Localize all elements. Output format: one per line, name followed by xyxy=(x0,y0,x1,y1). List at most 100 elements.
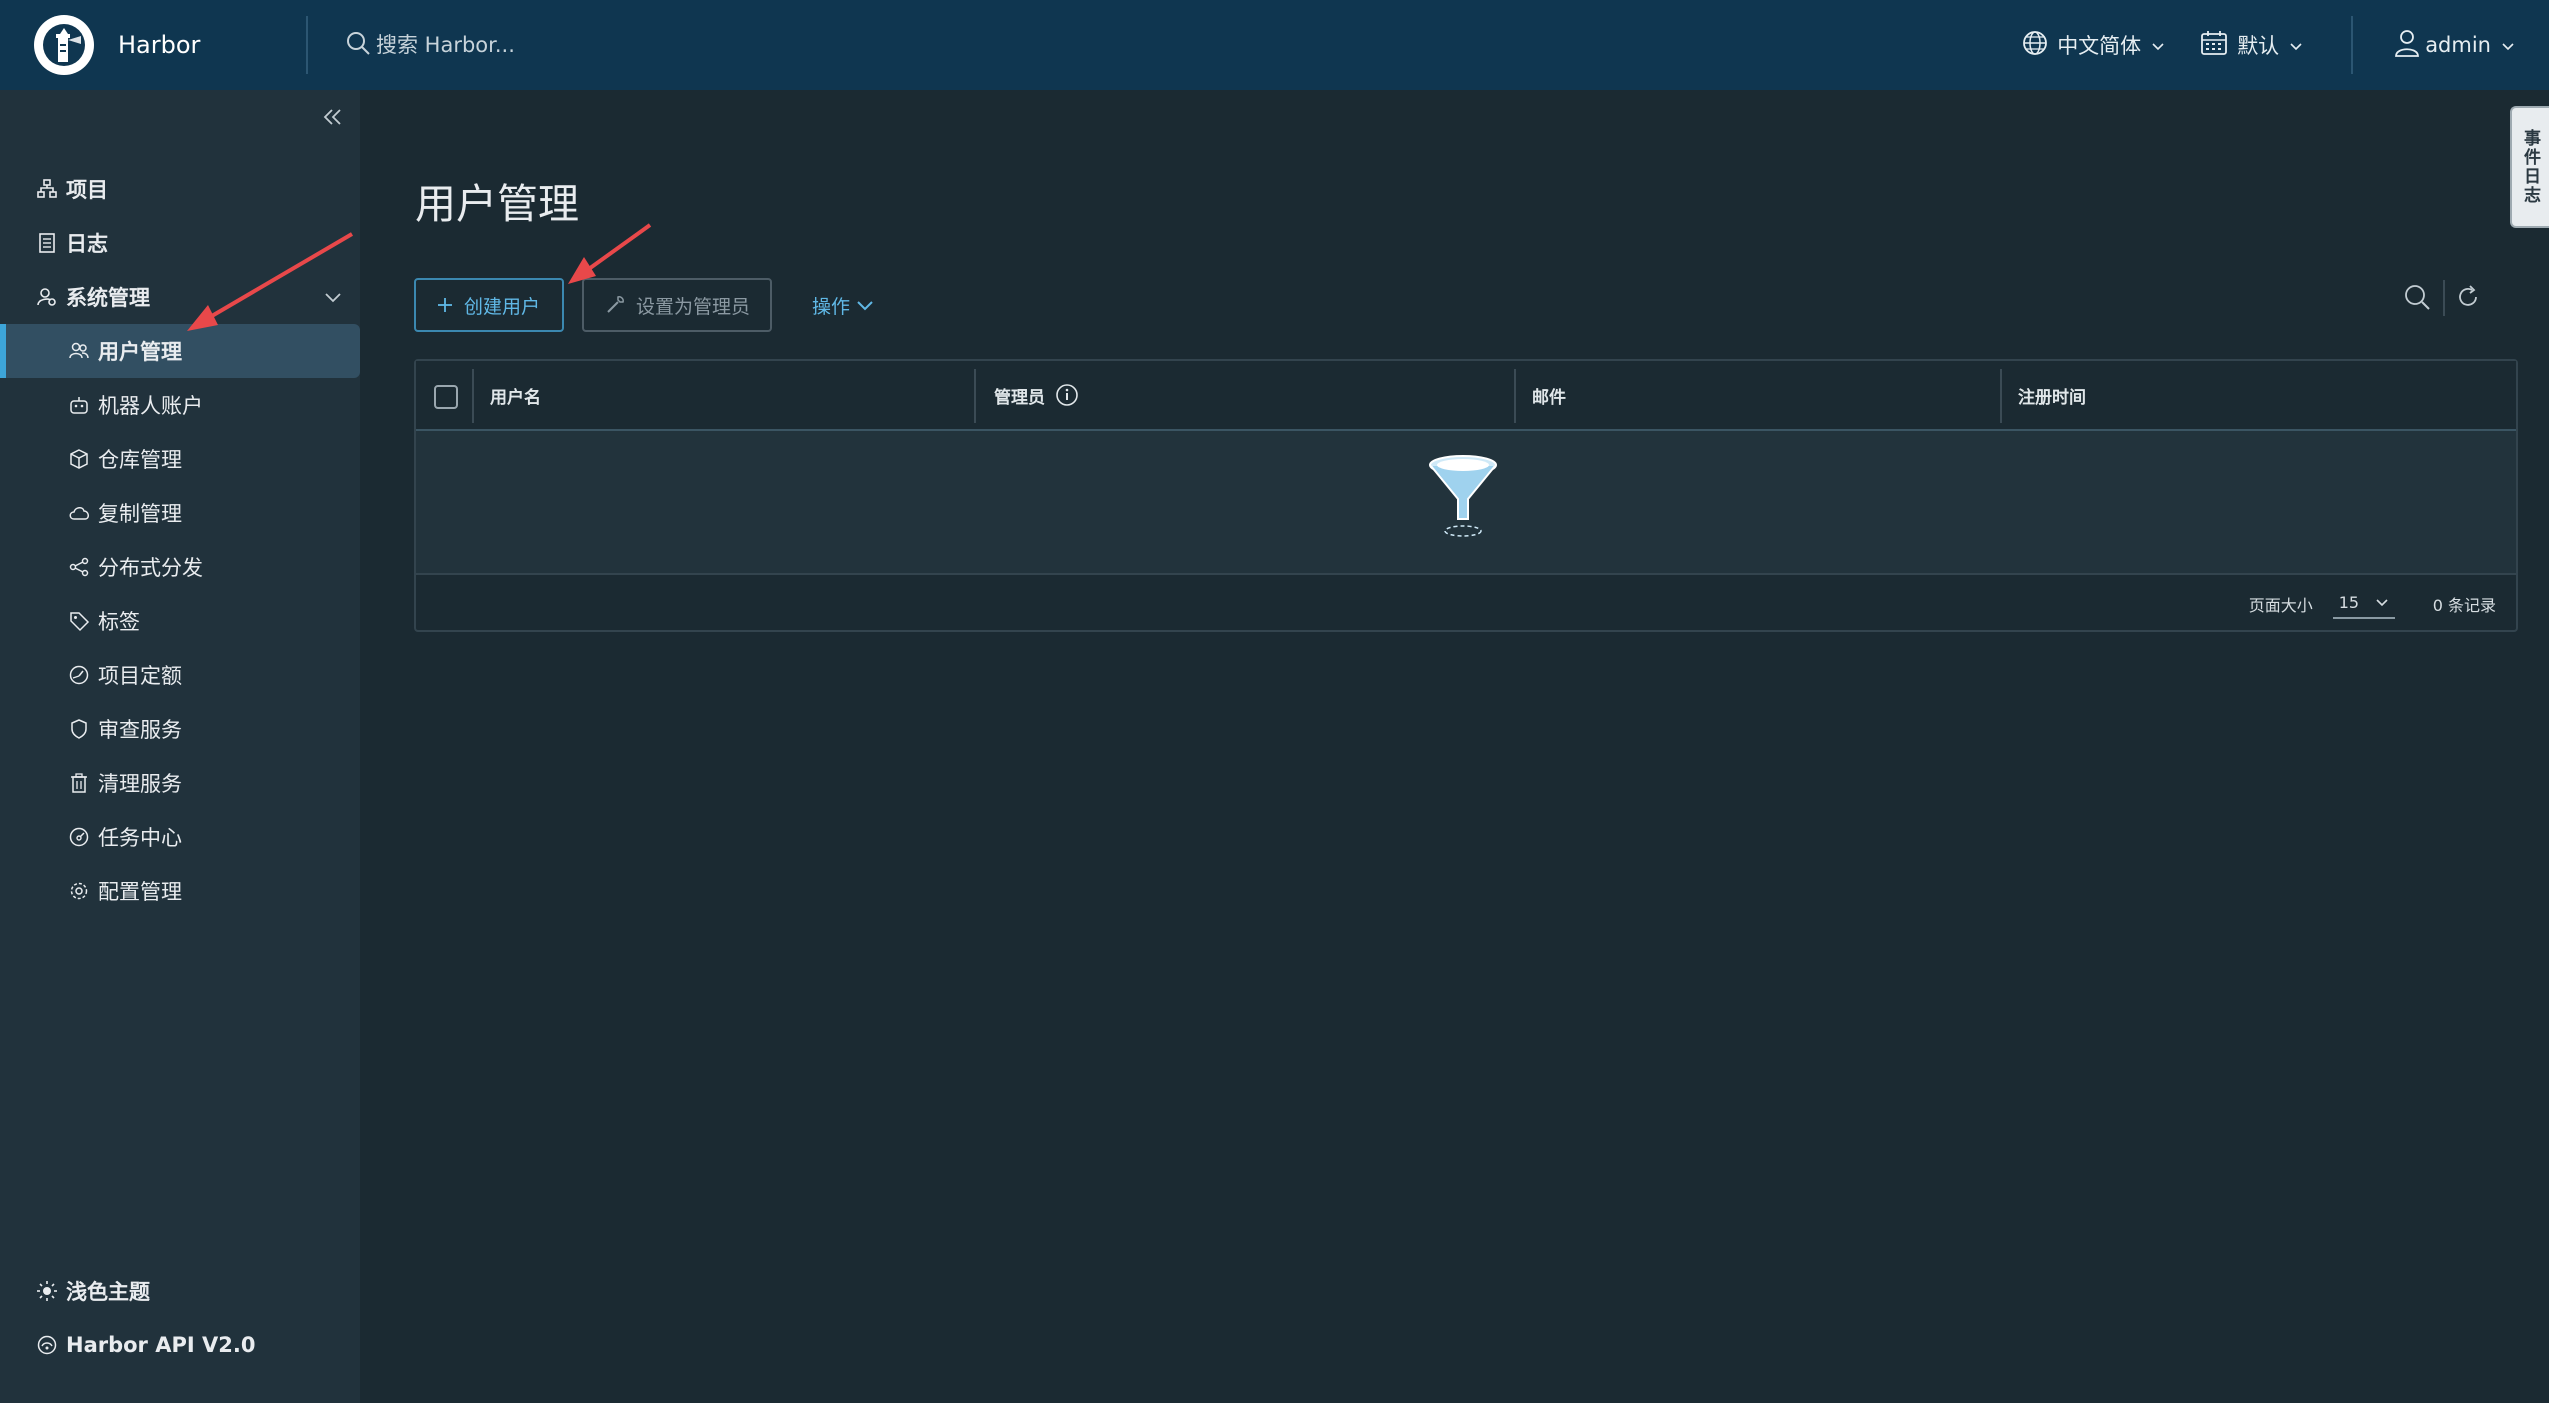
header-right: 中文简体 默认 admin xyxy=(2021,0,2549,90)
sidebar-item-user-management[interactable]: 用户管理 xyxy=(0,324,360,378)
empty-filter-icon xyxy=(1428,453,1508,543)
gear-icon xyxy=(68,880,98,902)
sidebar-item-projects[interactable]: 项目 xyxy=(0,162,360,216)
set-admin-label: 设置为管理员 xyxy=(636,295,751,318)
global-search[interactable] xyxy=(344,29,1144,61)
record-count: 0 条记录 xyxy=(2432,595,2496,615)
event-log-tab[interactable]: 事件日志 xyxy=(2510,106,2549,228)
sidebar-item-label: 项目定额 xyxy=(98,664,182,688)
sidebar-item-interrogation-services[interactable]: 审查服务 xyxy=(0,702,360,756)
sidebar-item-administration[interactable]: 系统管理 xyxy=(0,270,360,324)
column-header-admin-label: 管理员 xyxy=(994,387,1045,408)
sidebar-item-replications[interactable]: 复制管理 xyxy=(0,486,360,540)
create-user-button[interactable]: 创建用户 xyxy=(414,278,564,332)
table-search-icon[interactable] xyxy=(2402,282,2432,316)
harbor-logo-icon[interactable] xyxy=(34,15,94,75)
cloud-icon xyxy=(68,502,98,524)
table-footer: 页面大小 15 0 条记录 xyxy=(416,577,2516,630)
sidebar-item-label: 仓库管理 xyxy=(98,448,182,472)
column-divider xyxy=(2000,369,2002,423)
admin-icon xyxy=(36,286,66,308)
sidebar-item-job-service[interactable]: 任务中心 xyxy=(0,810,360,864)
column-divider xyxy=(472,369,474,423)
sidebar-item-distributions[interactable]: 分布式分发 xyxy=(0,540,360,594)
datetime-format-dropdown[interactable]: 默认 xyxy=(2199,28,2303,63)
sidebar-item-label: 日志 xyxy=(66,232,108,256)
shield-icon xyxy=(68,718,98,740)
search-icon xyxy=(344,29,372,61)
sidebar-item-label: 标签 xyxy=(98,610,140,634)
sidebar-item-label: 配置管理 xyxy=(98,880,182,904)
column-divider xyxy=(1514,369,1516,423)
sidebar-item-label: 清理服务 xyxy=(98,772,182,796)
user-icon xyxy=(2393,28,2421,63)
sidebar-item-configuration[interactable]: 配置管理 xyxy=(0,864,360,918)
chevron-down-icon xyxy=(2151,33,2165,57)
api-label: Harbor API V2.0 xyxy=(66,1333,256,1357)
column-divider xyxy=(974,369,976,423)
sidebar-item-label: 复制管理 xyxy=(98,502,182,526)
dashboard-icon xyxy=(68,826,98,848)
chevron-down-icon xyxy=(2501,33,2515,57)
event-log-label: 事件日志 xyxy=(2520,129,2540,205)
sidebar-item-logs[interactable]: 日志 xyxy=(0,216,360,270)
sidebar-item-robot-accounts[interactable]: 机器人账户 xyxy=(0,378,360,432)
sidebar-item-registries[interactable]: 仓库管理 xyxy=(0,432,360,486)
datetime-format-label: 默认 xyxy=(2237,34,2280,58)
api-explorer-link[interactable]: Harbor API V2.0 xyxy=(0,1318,360,1372)
page-size-value: 15 xyxy=(2338,593,2360,612)
box-icon xyxy=(68,448,98,470)
sidebar-item-label: 机器人账户 xyxy=(98,394,203,418)
column-header-admin[interactable]: 管理员 xyxy=(994,361,1079,429)
refresh-icon[interactable] xyxy=(2454,283,2482,315)
sidebar-item-project-quotas[interactable]: 项目定额 xyxy=(0,648,360,702)
top-header: Harbor 中文简体 默认 xyxy=(0,0,2549,90)
sidebar-item-label: 系统管理 xyxy=(66,286,150,310)
theme-label: 浅色主题 xyxy=(66,1280,150,1304)
user-menu[interactable]: admin xyxy=(2393,28,2515,63)
chevron-down-icon xyxy=(324,285,342,309)
project-icon xyxy=(36,178,66,200)
globe-icon xyxy=(2021,29,2049,62)
theme-toggle[interactable]: 浅色主题 xyxy=(0,1264,360,1318)
brand[interactable]: Harbor xyxy=(0,0,306,90)
actions-dropdown[interactable]: 操作 xyxy=(812,292,874,319)
toolbar-divider xyxy=(2443,280,2445,316)
language-label: 中文简体 xyxy=(2057,34,2142,58)
trash-icon xyxy=(68,772,98,794)
gauge-icon xyxy=(68,664,98,686)
chevron-down-icon xyxy=(2289,33,2303,57)
sidebar-item-label: 审查服务 xyxy=(98,718,182,742)
wrench-icon xyxy=(604,294,626,316)
page-title: 用户管理 xyxy=(415,180,579,228)
search-input[interactable] xyxy=(376,33,1076,57)
annotation-arrow xyxy=(568,223,652,284)
header-divider xyxy=(2351,16,2354,74)
sidebar-item-label: 任务中心 xyxy=(98,826,182,850)
username: admin xyxy=(2425,33,2491,57)
page-size-select[interactable]: 15 xyxy=(2332,589,2395,619)
annotation-arrows xyxy=(187,223,652,331)
sidebar-item-clean-up[interactable]: 清理服务 xyxy=(0,756,360,810)
info-icon[interactable] xyxy=(1055,383,1079,407)
sidebar-item-label: 用户管理 xyxy=(98,340,182,364)
calendar-icon xyxy=(2199,28,2229,63)
collapse-sidebar-icon[interactable] xyxy=(320,104,346,134)
column-header-email[interactable]: 邮件 xyxy=(1532,361,1566,429)
chevron-down-icon xyxy=(2375,593,2389,612)
language-dropdown[interactable]: 中文简体 xyxy=(2021,29,2165,62)
api-icon xyxy=(36,1334,66,1356)
select-all-checkbox[interactable] xyxy=(434,385,458,409)
actions-label: 操作 xyxy=(812,296,851,318)
app-name[interactable]: Harbor xyxy=(118,31,200,59)
chevron-down-icon xyxy=(856,295,874,317)
column-header-username[interactable]: 用户名 xyxy=(490,361,541,429)
set-admin-button[interactable]: 设置为管理员 xyxy=(582,278,772,332)
sun-icon xyxy=(36,1280,66,1302)
users-icon xyxy=(68,340,98,362)
column-header-registration-time[interactable]: 注册时间 xyxy=(2018,361,2086,429)
tag-icon xyxy=(68,610,98,632)
table-header: 用户名 管理员 邮件 注册时间 xyxy=(416,361,2516,431)
sidebar-item-labels[interactable]: 标签 xyxy=(0,594,360,648)
share-icon xyxy=(68,556,98,578)
